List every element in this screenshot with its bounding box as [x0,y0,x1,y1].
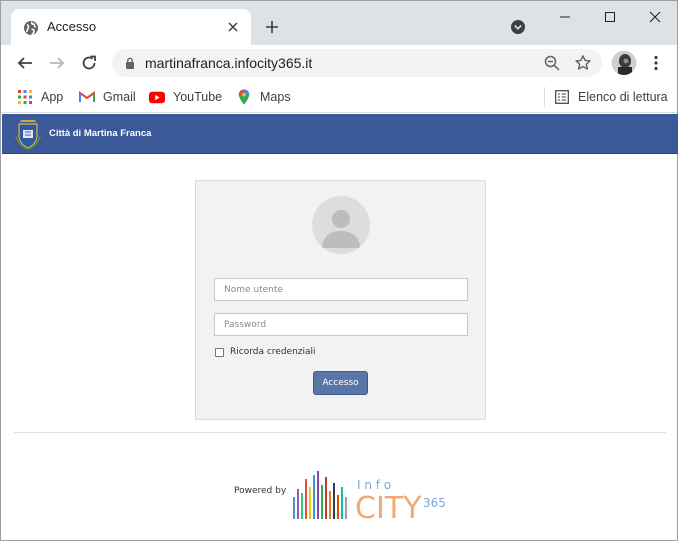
bookmark-maps[interactable]: Maps [236,87,291,107]
zoom-icon[interactable] [543,54,561,72]
bookmark-label: Maps [260,90,291,104]
tab-strip: Accesso [1,1,677,45]
login-button[interactable]: Accesso [313,371,368,395]
tab-accesso[interactable]: Accesso [11,9,251,45]
gmail-icon [79,89,95,105]
content-divider [14,432,666,433]
reload-button[interactable] [77,51,101,75]
youtube-icon [149,89,165,105]
globe-icon [23,20,39,36]
reading-list-label: Elenco di lettura [578,90,668,104]
profile-avatar[interactable] [612,51,636,75]
bookmarks-bar: App Gmail YouTube Maps Elenco di lettura [1,81,677,113]
powered-by-label: Powered by [234,486,287,496]
logo-365-text: 365 [423,496,446,510]
remember-label[interactable]: Ricorda credenziali [230,347,316,357]
tab-search-button[interactable] [508,17,528,37]
close-window-button[interactable] [632,5,678,29]
infocity365-logo[interactable]: I n f o CITY 365 [291,467,451,526]
menu-kebab-icon[interactable] [647,53,665,73]
user-avatar-icon [312,196,370,254]
bookmark-youtube[interactable]: YouTube [149,87,222,107]
bookmark-app[interactable]: App [17,87,63,107]
reading-list-icon [554,89,570,105]
bookmark-gmail[interactable]: Gmail [79,87,136,107]
tab-title: Accesso [47,19,97,34]
browser-window: Accesso martinafranca.infocity365.it App… [0,0,678,541]
username-input[interactable] [214,278,468,301]
maximize-button[interactable] [587,5,633,29]
remember-checkbox[interactable] [215,347,224,357]
logo-bars [293,471,347,519]
password-input[interactable] [214,313,468,336]
bookmarks-separator [544,87,545,107]
bookmark-label: YouTube [173,90,223,104]
lock-icon[interactable] [123,56,137,70]
login-panel: Ricorda credenziali Accesso [195,180,486,420]
city-crest-icon[interactable] [14,118,42,150]
minimize-button[interactable] [542,5,588,29]
remember-credentials[interactable]: Ricorda credenziali [215,347,316,357]
maps-pin-icon [236,89,252,105]
close-tab-icon[interactable] [223,17,243,37]
site-name[interactable]: Città di Martina Franca [49,128,151,139]
bookmark-label: App [41,90,64,104]
forward-button[interactable] [45,51,69,75]
new-tab-button[interactable] [261,16,283,38]
apps-grid-icon [17,89,33,105]
reading-list-button[interactable]: Elenco di lettura [554,87,668,107]
browser-toolbar: martinafranca.infocity365.it [1,45,677,81]
logo-info-text: I n f o [357,478,391,492]
url-text[interactable]: martinafranca.infocity365.it [145,55,312,71]
bookmark-star-icon[interactable] [574,54,592,72]
logo-city-text: CITY [355,491,422,521]
site-header: Città di Martina Franca [2,114,678,154]
bookmark-label: Gmail [103,90,136,104]
back-button[interactable] [13,51,37,75]
address-bar[interactable]: martinafranca.infocity365.it [112,49,602,77]
